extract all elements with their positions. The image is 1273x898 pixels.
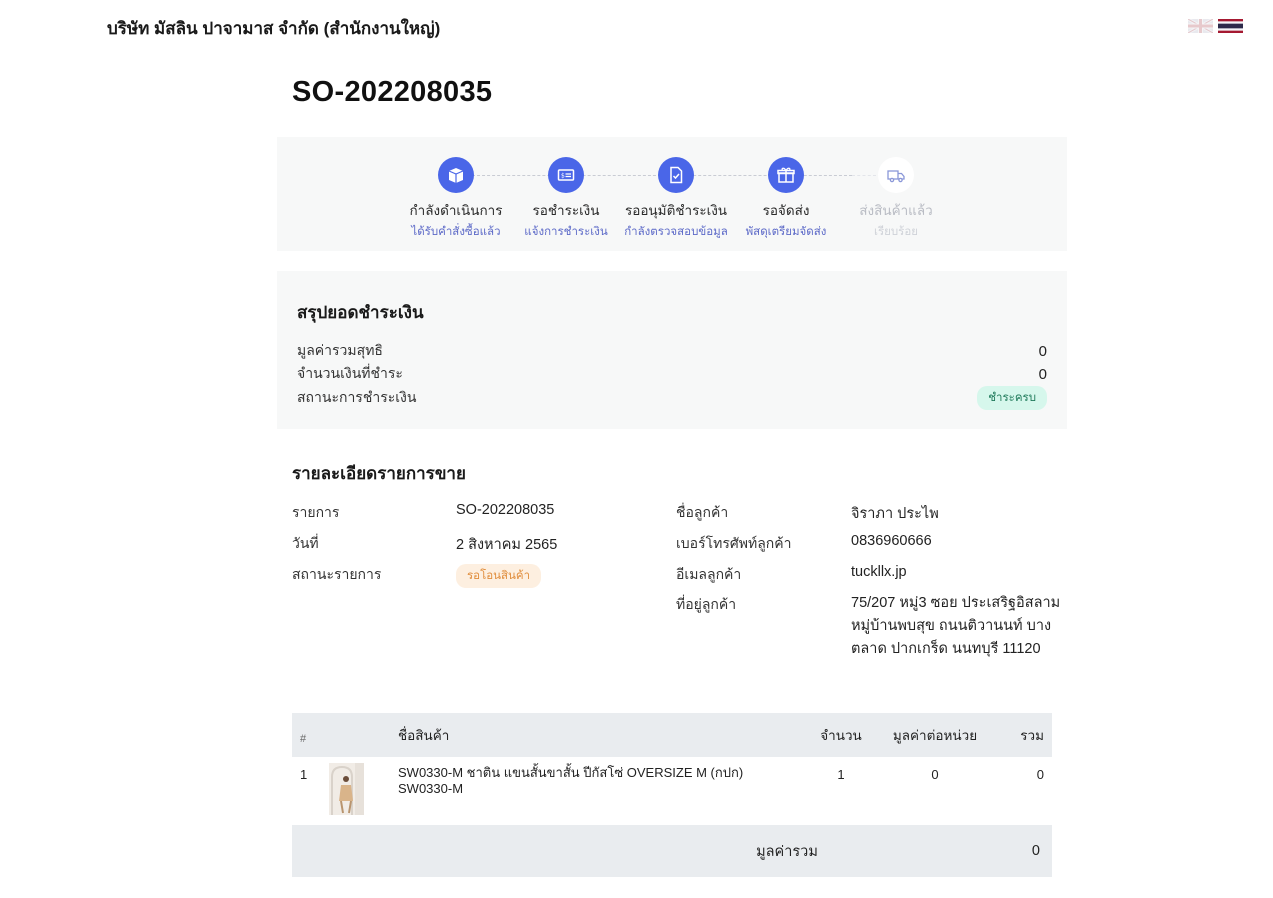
payment-status-badge: ชำระครบ xyxy=(977,386,1047,410)
table-footer-row: มูลค่ารวม 0 xyxy=(292,825,1052,877)
customer-address-label: ที่อยู่ลูกค้า xyxy=(676,596,737,612)
net-total-row: มูลค่ารวมสุทธิ 0 xyxy=(297,340,1047,362)
order-status-label: สถานะรายการ xyxy=(292,566,382,582)
table-header-row: # ชื่อสินค้า จำนวน มูลค่าต่อหน่วย รวม xyxy=(292,713,1052,757)
paid-amount-value: 0 xyxy=(1038,365,1047,383)
row-quantity: 1 xyxy=(837,767,845,782)
box-icon xyxy=(438,157,474,193)
column-header-quantity: จำนวน xyxy=(806,713,876,757)
customer-name-value: จิราภา ประไพ xyxy=(851,506,939,522)
customer-phone-value: 0836960666 xyxy=(851,533,932,549)
column-header-index: # xyxy=(292,713,328,757)
column-header-image xyxy=(328,713,390,757)
product-thumbnail-cell xyxy=(328,757,390,825)
order-items-table: # ชื่อสินค้า จำนวน มูลค่าต่อหน่วย รวม 1 xyxy=(292,713,1052,877)
document-check-icon xyxy=(658,157,694,193)
net-total-value: 0 xyxy=(1038,342,1047,360)
company-name: บริษัท มัสลิน ปาจามาส จำกัด (สำนักงานใหญ… xyxy=(107,19,441,38)
grand-total-label: มูลค่ารวม xyxy=(292,825,994,877)
grand-total-value: 0 xyxy=(994,825,1052,877)
row-index: 1 xyxy=(300,767,308,782)
uk-flag-icon[interactable] xyxy=(1188,19,1213,33)
order-number-title: SO-202208035 xyxy=(292,76,493,108)
row-total: 0 xyxy=(1036,767,1044,782)
order-item-value: SO-202208035 xyxy=(456,502,555,518)
payment-summary-panel: สรุปยอดชำระเงิน มูลค่ารวมสุทธิ 0 จำนวนเง… xyxy=(277,271,1067,429)
payment-card-icon: $ xyxy=(548,157,584,193)
customer-email-value: tuckllx.jp xyxy=(851,564,907,580)
payment-status-label: สถานะการชำระเงิน xyxy=(297,389,417,405)
step-delivered-label: ส่งสินค้าแล้ว xyxy=(859,203,933,218)
step-delivered: ส่งสินค้าแล้ว เรียบร้อย xyxy=(831,157,961,241)
delivery-truck-icon xyxy=(878,157,914,193)
order-progress-stepper: กำลังดำเนินการ ได้รับคำสั่งซื้อแล้ว $ รอ… xyxy=(277,137,1067,251)
customer-email-label: อีเมลลูกค้า xyxy=(676,566,742,582)
customer-name-label: ชื่อลูกค้า xyxy=(676,504,729,520)
paid-amount-label: จำนวนเงินที่ชำระ xyxy=(297,365,403,381)
customer-phone-label: เบอร์โทรศัพท์ลูกค้า xyxy=(676,535,792,551)
paid-amount-row: จำนวนเงินที่ชำระ 0 xyxy=(297,363,1047,385)
net-total-label: มูลค่ารวมสุทธิ xyxy=(297,342,383,358)
svg-text:$: $ xyxy=(561,173,565,180)
thai-flag-icon[interactable] xyxy=(1218,19,1243,33)
customer-address-value: 75/207 หมู่3 ซอย ประเสริฐอิสลาม หมู่บ้าน… xyxy=(851,595,1061,657)
column-header-unit-price: มูลค่าต่อหน่วย xyxy=(876,713,994,757)
column-header-total: รวม xyxy=(994,713,1052,757)
step-delivered-sub: เรียบร้อย xyxy=(874,226,918,238)
table-row: 1 SW0330-M ชาติน แขนสั้นขาสั้น ปีกัสโซ่ … xyxy=(292,757,1052,825)
sales-details-title: รายละเอียดรายการขาย xyxy=(292,464,466,483)
row-unit-price: 0 xyxy=(931,767,939,782)
column-header-product-name: ชื่อสินค้า xyxy=(390,713,806,757)
payment-status-row: สถานะการชำระเงิน ชำระครบ xyxy=(297,386,1047,410)
payment-summary-title: สรุปยอดชำระเงิน xyxy=(297,303,424,322)
order-date-label: วันที่ xyxy=(292,535,319,551)
order-status-badge: รอโอนสินค้า xyxy=(456,564,542,588)
order-item-label: รายการ xyxy=(292,504,340,520)
gift-box-icon xyxy=(768,157,804,193)
language-switcher xyxy=(1188,19,1243,33)
product-name-cell: SW0330-M ชาติน แขนสั้นขาสั้น ปีกัสโซ่ OV… xyxy=(390,757,806,825)
product-thumbnail[interactable] xyxy=(329,763,364,815)
order-date-value: 2 สิงหาคม 2565 xyxy=(456,537,558,553)
